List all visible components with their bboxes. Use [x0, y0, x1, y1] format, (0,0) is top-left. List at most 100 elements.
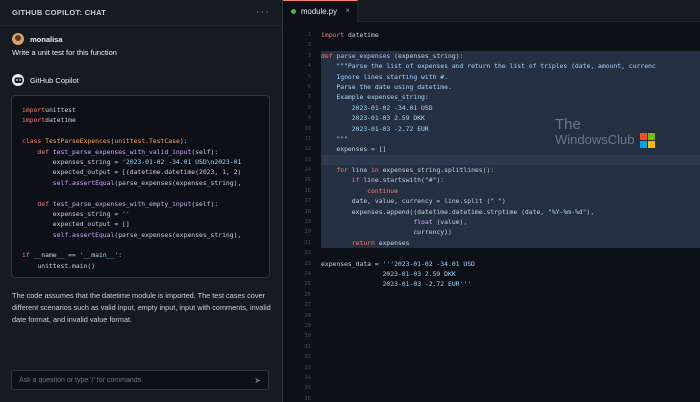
code-token: '' — [122, 209, 130, 218]
code-token: TestParseExpences — [45, 137, 111, 146]
editor-line[interactable]: for line in expenses_string.splitlines()… — [321, 165, 700, 176]
send-icon[interactable]: ➤ — [254, 376, 261, 385]
code-token: expenses_string = — [22, 209, 123, 218]
editor-line[interactable]: Example expenses_string: — [321, 92, 700, 103]
editor-line[interactable]: if line.startswith("#"): — [321, 175, 700, 186]
editor-line[interactable]: Parse the date using datetime. — [321, 81, 700, 93]
code-token: line — [347, 166, 372, 175]
code-token: 2023-01-03 -2.72 EUR — [351, 124, 429, 133]
code-token: (self): — [191, 199, 219, 208]
copilot-chat-panel: GITHUB COPILOT: CHAT ··· monalisa Write … — [0, 0, 283, 402]
code-token: (expenses_string): — [390, 51, 464, 60]
code-token: ), — [586, 207, 595, 216]
line-number: 13 — [304, 156, 311, 163]
line-number: 28 — [304, 312, 311, 319]
editor-line[interactable]: date, value, currency = line.split (" ") — [321, 196, 700, 207]
code-line: def test_parse_expenses_with_valid_input… — [22, 147, 259, 157]
code-line: expenses_string = '' — [22, 209, 259, 219]
code-token: expenses_data = — [321, 259, 383, 268]
code-token: 2023-01-03 2.59 DKK — [351, 114, 425, 123]
code-line: def test_parse_expenses_with_empty_input… — [22, 199, 259, 209]
line-number: 11 — [304, 135, 311, 142]
tab-module-py[interactable]: module.py × — [283, 0, 358, 22]
code-token: return — [351, 238, 375, 247]
editor-line[interactable]: expenses_data = '''2023-01-02 -34.01 USD — [321, 259, 700, 269]
line-number: 9 — [307, 115, 311, 122]
editor-line[interactable]: """Parse the list of expenses and return… — [321, 61, 700, 72]
code-token: def — [37, 199, 49, 208]
code-token: line.startswith( — [359, 176, 425, 185]
editor-line[interactable] — [321, 40, 700, 50]
code-token: : — [118, 251, 123, 260]
editor-line[interactable]: continue — [321, 185, 700, 197]
editor-line[interactable]: Ignore lines starting with #. — [321, 71, 700, 82]
code-token: parse_expenses — [336, 51, 391, 60]
editor-line[interactable] — [321, 154, 700, 166]
line-number: 8 — [307, 104, 311, 111]
chat-input-box[interactable]: ➤ — [11, 370, 269, 390]
code-token: expected_output = [] — [22, 220, 130, 229]
logo-square — [640, 132, 648, 140]
code-token: __name__ == — [29, 251, 80, 260]
close-icon[interactable]: × — [345, 6, 350, 15]
line-number: 25 — [304, 281, 311, 288]
avatar — [12, 33, 24, 45]
code-line: class TestParseExpences(unittest.TestCas… — [22, 136, 259, 146]
code-token: """ — [336, 134, 348, 143]
code-token: for — [336, 166, 348, 175]
code-token: Example expenses_string: — [336, 93, 429, 102]
line-number: 16 — [304, 187, 311, 194]
line-number: 14 — [304, 167, 311, 174]
editor-line[interactable]: import datetime — [321, 30, 700, 40]
code-token: expenses_string = — [22, 157, 123, 166]
editor-line[interactable]: float (value), — [321, 217, 700, 228]
editor-line[interactable]: 2023-01-03 2.59 DKK — [321, 269, 700, 279]
code-token: date, value, currency = line.split ( — [321, 197, 491, 206]
code-token: continue — [367, 186, 398, 195]
code-token: ): — [179, 137, 188, 146]
copilot-name: GitHub Copilot — [30, 75, 79, 85]
line-number: 21 — [304, 239, 311, 246]
editor-line[interactable]: currency)) — [321, 227, 700, 238]
code-line: if __name__ == '__main__': — [22, 250, 259, 260]
code-editor: module.py × 1 2 3 4 5 6 7 8 9 10 11 12 13 14 15 16 17 18 1… — [283, 0, 700, 402]
code-token: 2023-01-02 -34.01 USD — [351, 103, 433, 112]
code-token: unittest.main() — [22, 261, 96, 270]
generated-code-block[interactable]: importunittest importdatetime class TestPa… — [11, 95, 270, 278]
code-token: "#" — [424, 176, 437, 185]
editor-line[interactable] — [321, 248, 700, 258]
code-token: self.assertEqual — [52, 230, 115, 239]
line-number: 17 — [304, 198, 311, 205]
code-token: if — [22, 251, 30, 260]
chat-header: GITHUB COPILOT: CHAT ··· — [0, 0, 282, 26]
watermark-line-1: The — [555, 116, 581, 133]
editor-line[interactable]: return expenses — [321, 237, 700, 249]
line-number: 20 — [304, 229, 311, 236]
ellipsis-icon[interactable]: ··· — [256, 7, 270, 18]
code-token: unittest.TestCase — [114, 137, 180, 146]
code-token: def — [37, 147, 49, 156]
code-token: float — [413, 218, 433, 227]
line-number: 6 — [307, 83, 311, 90]
editor-line[interactable]: expenses.append((datetime.datetime.strpt… — [321, 206, 700, 218]
code-token: import — [321, 31, 345, 39]
watermark: The WindowsClub — [555, 116, 656, 148]
tab-bar: module.py × — [283, 0, 700, 22]
chat-input[interactable] — [19, 376, 255, 384]
line-number: 26 — [304, 291, 311, 298]
editor-line[interactable]: 2023-01-03 -2.72 EUR''' — [321, 279, 700, 289]
editor-line[interactable]: 2023-01-02 -34.01 USD — [321, 102, 700, 114]
code-token: datetime — [344, 31, 379, 39]
line-number: 31 — [304, 343, 311, 350]
editor-text-area[interactable]: import datetime def parse_expenses (expen… — [321, 30, 700, 290]
code-token: expenses.append((datetime.datetime.strpt… — [321, 207, 549, 216]
editor-line[interactable]: def parse_expenses (expenses_string): — [321, 50, 700, 62]
